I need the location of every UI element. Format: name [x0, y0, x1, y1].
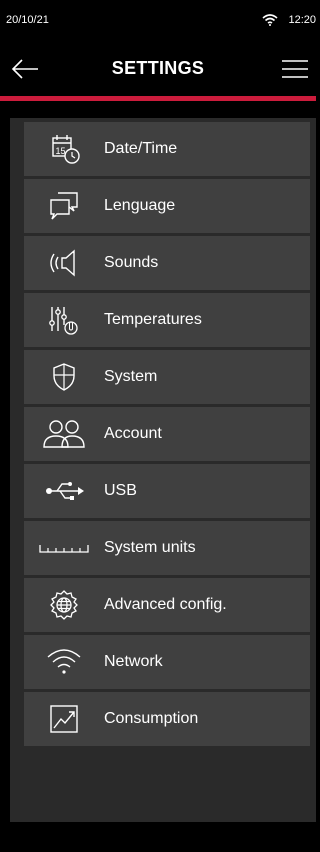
menu-item-system-units[interactable]: System units	[24, 521, 310, 575]
menu-item-label: Account	[104, 425, 162, 442]
speaker-icon	[24, 236, 104, 290]
status-time: 12:20	[288, 14, 316, 26]
menu-item-advanced-config[interactable]: Advanced config.	[24, 578, 310, 632]
menu-item-usb[interactable]: USB	[24, 464, 310, 518]
gear-globe-icon	[24, 578, 104, 632]
accent-bar	[0, 96, 316, 101]
header: SETTINGS	[0, 40, 316, 96]
menu-item-label: Date/Time	[104, 140, 178, 157]
menu-item-network[interactable]: Network	[24, 635, 310, 689]
menu-item-sounds[interactable]: Sounds	[24, 236, 310, 290]
menu-item-temperatures[interactable]: Temperatures	[24, 293, 310, 347]
menu-item-label: Consumption	[104, 710, 199, 727]
trend-chart-icon	[24, 692, 104, 746]
svg-text:15: 15	[56, 146, 66, 156]
menu-item-account[interactable]: Account	[24, 407, 310, 461]
menu-item-label: System	[104, 368, 158, 385]
menu-item-label: USB	[104, 482, 137, 499]
page-title: SETTINGS	[111, 58, 205, 78]
menu-item-label: Temperatures	[104, 311, 202, 328]
sliders-thermometer-icon	[24, 293, 104, 347]
menu-item-system[interactable]: System	[24, 350, 310, 404]
menu-item-date-time[interactable]: 15 Date/Time	[24, 122, 310, 176]
speech-bubbles-icon	[24, 179, 104, 233]
menu-item-label: Advanced config.	[104, 596, 227, 613]
menu-item-label: Sounds	[104, 254, 159, 271]
status-right: 12:20	[262, 14, 316, 26]
menu-item-label: Network	[104, 653, 163, 670]
menu-item-label: Lenguage	[104, 197, 176, 214]
shield-icon	[24, 350, 104, 404]
users-icon	[24, 407, 104, 461]
menu-item-language[interactable]: Lenguage	[24, 179, 310, 233]
menu-item-consumption[interactable]: Consumption	[24, 692, 310, 746]
settings-list: 15 Date/Time Lenguage Sounds Temperature…	[24, 122, 310, 749]
wifi-icon	[24, 635, 104, 689]
status-bar: 20/10/21 12:20	[0, 0, 316, 40]
settings-panel: 15 Date/Time Lenguage Sounds Temperature…	[10, 118, 316, 822]
calendar-clock-icon: 15	[24, 122, 104, 176]
usb-icon	[24, 464, 104, 518]
menu-icon	[282, 60, 308, 78]
status-date: 20/10/21	[6, 14, 49, 26]
wifi-icon	[262, 14, 278, 26]
menu-item-label: System units	[104, 539, 196, 556]
ruler-icon	[24, 521, 104, 575]
menu-button[interactable]	[278, 54, 312, 84]
